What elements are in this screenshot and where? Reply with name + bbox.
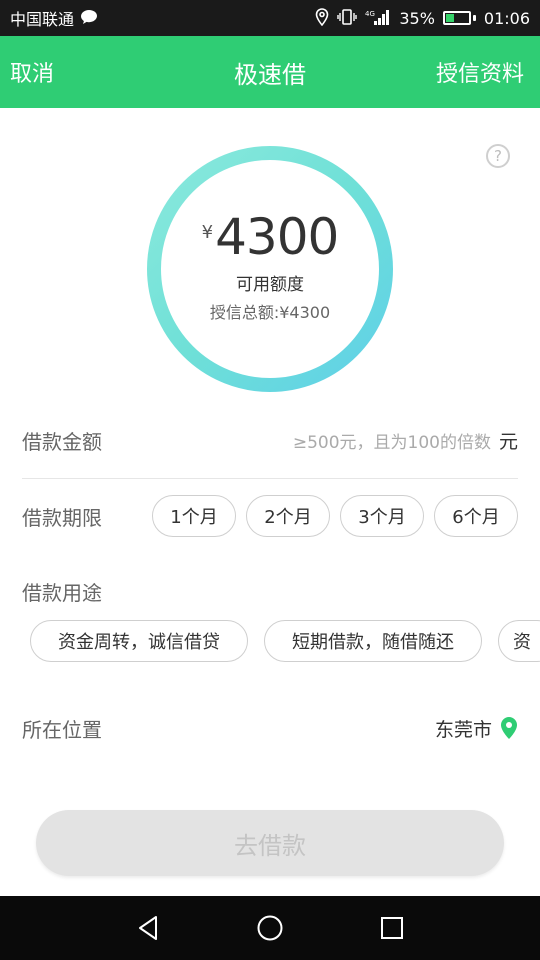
carrier-name: 中国联通 bbox=[10, 10, 75, 29]
credit-ring: ¥ 4300 可用额度 授信总额:¥4300 bbox=[145, 144, 395, 394]
loan-amount-unit: 元 bbox=[498, 430, 518, 453]
back-triangle-icon[interactable] bbox=[130, 910, 166, 946]
purpose-option-turnover[interactable]: 资金周转，诚信借贷 bbox=[30, 620, 248, 662]
map-pin-icon bbox=[501, 717, 517, 739]
loan-term-row: 借款期限 1个月 2个月 3个月 6个月 bbox=[22, 494, 518, 538]
loan-term-options: 1个月 2个月 3个月 6个月 bbox=[152, 495, 518, 537]
term-option-3[interactable]: 3个月 bbox=[340, 495, 424, 537]
signal-icon: 4G bbox=[365, 8, 391, 29]
system-nav-bar bbox=[0, 896, 540, 960]
recent-square-icon[interactable] bbox=[374, 910, 410, 946]
location-status-icon bbox=[315, 7, 329, 29]
credit-summary: ¥ 4300 可用额度 授信总额:¥4300 bbox=[145, 144, 395, 394]
available-label: 可用额度 bbox=[236, 274, 304, 295]
term-option-6[interactable]: 6个月 bbox=[434, 495, 518, 537]
vibrate-icon bbox=[337, 8, 358, 29]
status-bar: 中国联通 4G 35% 01:06 bbox=[0, 0, 540, 36]
home-circle-icon[interactable] bbox=[252, 910, 288, 946]
signal-type-label: 4G bbox=[365, 10, 375, 18]
battery-percent: 35% bbox=[399, 8, 435, 28]
location-label: 所在位置 bbox=[22, 717, 102, 742]
loan-form: ? ¥ 4300 可用额度 授信总额:¥4300 借款金额 ≥500元，且为10… bbox=[0, 108, 540, 896]
loan-purpose-row: 借款用途 bbox=[22, 574, 518, 608]
clock: 01:06 bbox=[483, 8, 530, 28]
battery-icon bbox=[442, 11, 476, 25]
loan-purpose-label: 借款用途 bbox=[22, 580, 102, 605]
available-amount-value: 4300 bbox=[215, 207, 339, 266]
location-row[interactable]: 所在位置 东莞市 bbox=[22, 708, 518, 748]
cancel-button[interactable]: 取消 bbox=[10, 56, 54, 88]
divider bbox=[22, 478, 518, 479]
loan-purpose-options[interactable]: 资金周转，诚信借贷 短期借款，随借随还 资 bbox=[30, 620, 540, 662]
message-icon bbox=[80, 9, 98, 28]
term-option-2[interactable]: 2个月 bbox=[246, 495, 330, 537]
loan-amount-input[interactable]: ≥500元，且为100的倍数 bbox=[293, 428, 491, 453]
submit-loan-button[interactable]: 去借款 bbox=[36, 810, 504, 876]
loan-amount-label: 借款金额 bbox=[22, 429, 102, 454]
purpose-option-short-term[interactable]: 短期借款，随借随还 bbox=[264, 620, 482, 662]
question-icon[interactable]: ? bbox=[486, 144, 510, 168]
app-header: 取消 极速借 授信资料 bbox=[0, 36, 540, 108]
available-amount: ¥ 4300 bbox=[201, 207, 340, 266]
purpose-option-more[interactable]: 资 bbox=[498, 620, 540, 662]
loan-term-label: 借款期限 bbox=[22, 505, 102, 530]
term-option-1[interactable]: 1个月 bbox=[152, 495, 236, 537]
screen: 中国联通 4G 35% 01:06 取消 极速借 授信资料 ? ¥ 4300 可… bbox=[0, 0, 540, 960]
carrier-group: 中国联通 bbox=[10, 6, 98, 30]
currency-symbol: ¥ bbox=[201, 221, 214, 243]
status-right: 4G 35% 01:06 bbox=[315, 7, 530, 29]
total-credit: 授信总额:¥4300 bbox=[209, 302, 331, 322]
location-city: 东莞市 bbox=[434, 718, 492, 741]
loan-amount-row: 借款金额 ≥500元，且为100的倍数 元 bbox=[22, 420, 518, 460]
credit-info-button[interactable]: 授信资料 bbox=[436, 56, 524, 88]
